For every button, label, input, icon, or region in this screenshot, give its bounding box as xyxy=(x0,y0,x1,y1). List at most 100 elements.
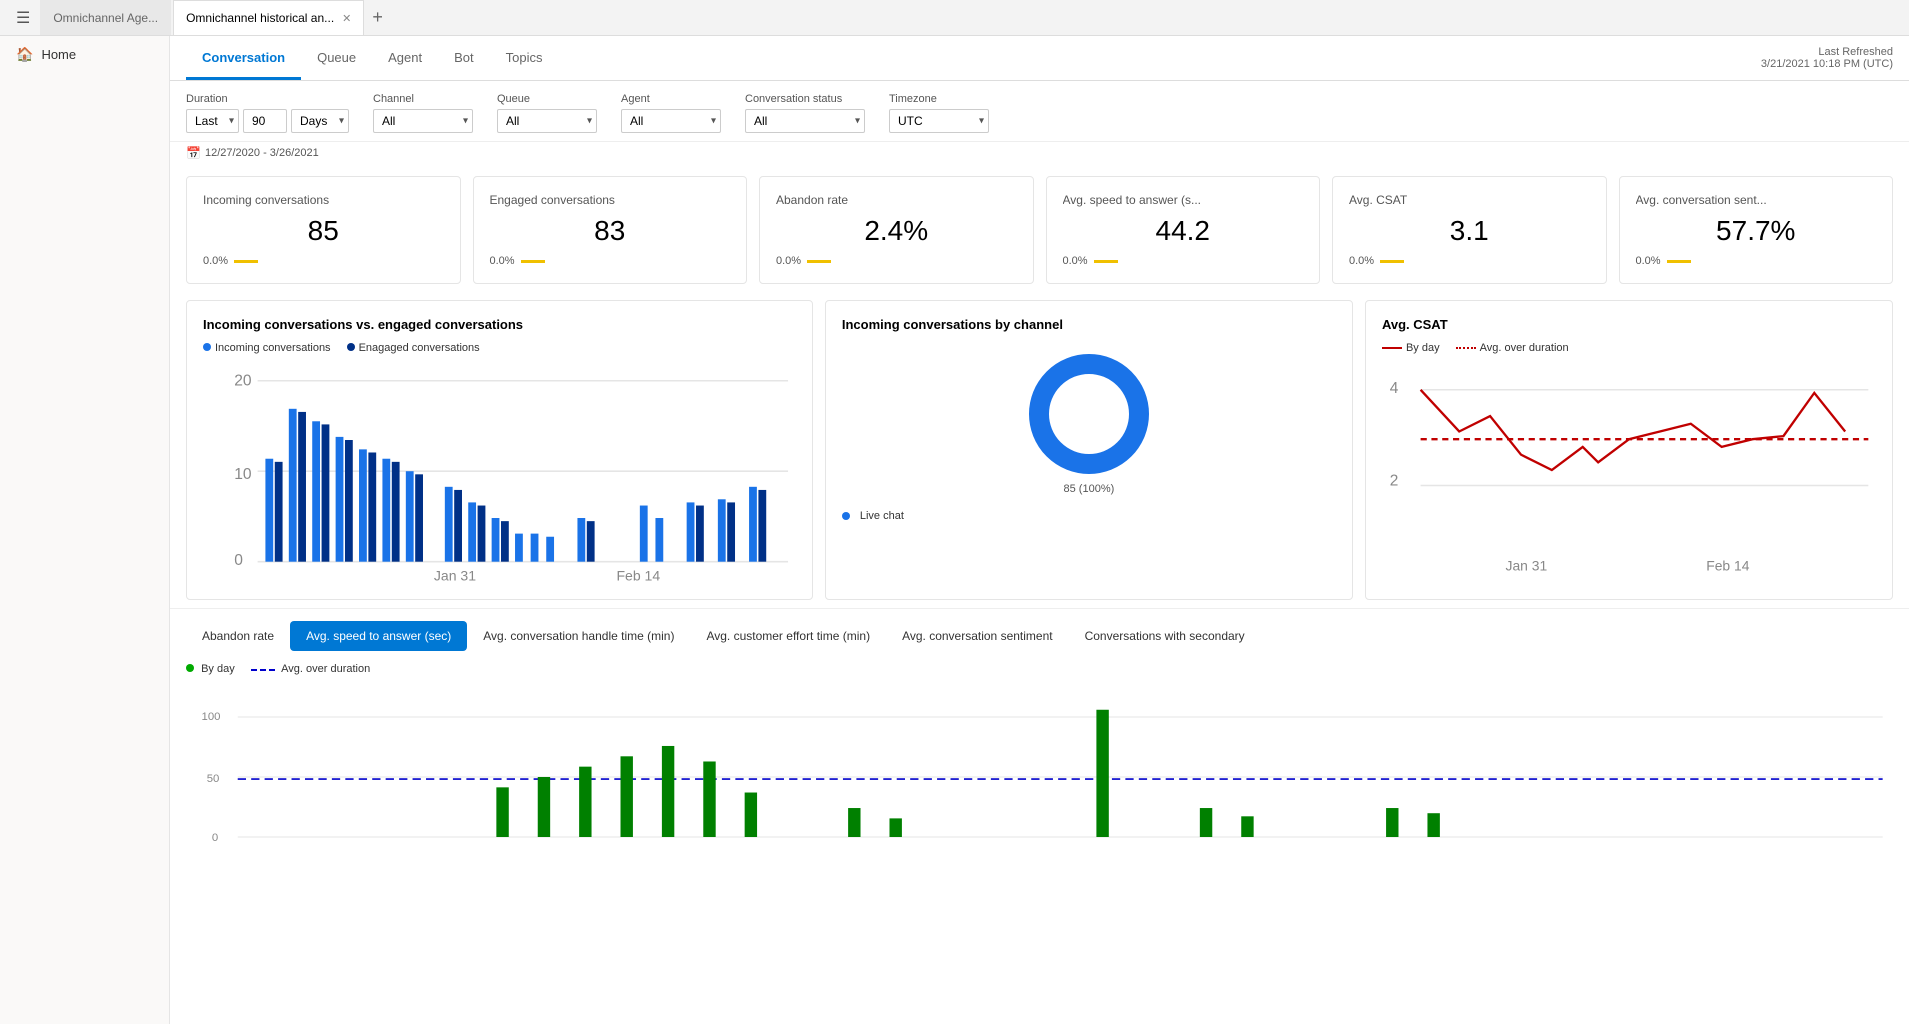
legend-dashed-avg xyxy=(251,669,275,671)
donut-chart-card: Incoming conversations by channel 85 (10… xyxy=(825,300,1353,600)
kpi-change: 0.0% xyxy=(776,255,801,267)
bar xyxy=(275,462,283,562)
tab-omnichannel-historical[interactable]: Omnichannel historical an... ✕ xyxy=(173,0,364,35)
bar xyxy=(359,449,367,561)
bar xyxy=(468,502,476,561)
bar xyxy=(454,490,462,562)
legend-incoming: Incoming conversations xyxy=(203,342,331,354)
bar xyxy=(336,437,344,562)
bar xyxy=(392,462,400,562)
last-refreshed: Last Refreshed 3/21/2021 10:18 PM (UTC) xyxy=(1761,46,1893,70)
tab-agent[interactable]: Agent xyxy=(372,36,438,80)
bar xyxy=(492,518,500,562)
kpi-title: Avg. speed to answer (s... xyxy=(1063,193,1304,207)
charts-row: Incoming conversations vs. engaged conve… xyxy=(170,292,1909,608)
channel-select[interactable]: All xyxy=(373,109,473,133)
legend-line-avg xyxy=(1456,347,1476,349)
line-chart-title: Avg. CSAT xyxy=(1382,317,1876,332)
kpi-value: 83 xyxy=(490,215,731,247)
bar xyxy=(345,440,353,562)
kpi-trend-bar xyxy=(1380,260,1404,263)
svg-text:Jan 31: Jan 31 xyxy=(1505,557,1547,573)
bar xyxy=(368,452,376,561)
filter-queue: Queue All xyxy=(497,93,597,133)
bar-chart-legend: Incoming conversations Enagaged conversa… xyxy=(203,342,796,354)
duration-preset-select[interactable]: Last xyxy=(186,109,239,133)
kpi-value: 44.2 xyxy=(1063,215,1304,247)
kpi-trend-bar xyxy=(521,260,545,263)
donut-chart-title: Incoming conversations by channel xyxy=(842,317,1336,332)
bottom-tab-secondary[interactable]: Conversations with secondary xyxy=(1069,621,1261,651)
bottom-tab-effort[interactable]: Avg. customer effort time (min) xyxy=(690,621,886,651)
kpi-incoming-conversations: Incoming conversations 85 0.0% xyxy=(186,176,461,284)
tab-topics[interactable]: Topics xyxy=(490,36,559,80)
bar xyxy=(687,502,695,561)
nav-tabs: Conversation Queue Agent Bot Topics Last… xyxy=(170,36,1909,81)
calendar-icon: 📅 xyxy=(186,146,201,160)
date-range-text: 12/27/2020 - 3/26/2021 xyxy=(205,147,319,159)
legend-line-byday xyxy=(1382,347,1402,349)
conversation-status-select[interactable]: All xyxy=(745,109,865,133)
filter-duration: Duration Last Days xyxy=(186,93,349,133)
bottom-tab-sentiment[interactable]: Avg. conversation sentiment xyxy=(886,621,1069,651)
kpi-footer: 0.0% xyxy=(1063,255,1304,267)
donut-svg xyxy=(1024,349,1154,479)
kpi-footer: 0.0% xyxy=(1636,255,1877,267)
bar xyxy=(749,487,757,562)
sidebar-item-home[interactable]: 🏠 Home xyxy=(0,36,169,73)
bar xyxy=(531,534,539,562)
main-layout: 🏠 Home Conversation Queue Agent Bot Topi… xyxy=(0,36,1909,1024)
agent-select[interactable]: All xyxy=(621,109,721,133)
menu-button[interactable]: ☰ xyxy=(8,4,38,32)
bar xyxy=(289,409,297,562)
tab-bar: ☰ Omnichannel Age... Omnichannel histori… xyxy=(0,0,1909,36)
tab-omnichannel-agent[interactable]: Omnichannel Age... xyxy=(40,0,171,35)
svg-text:2: 2 xyxy=(1390,473,1399,490)
line-chart-legend: By day Avg. over duration xyxy=(1382,342,1876,354)
kpi-avg-sentiment: Avg. conversation sent... 57.7% 0.0% xyxy=(1619,176,1894,284)
timezone-label: Timezone xyxy=(889,93,989,105)
svg-text:10: 10 xyxy=(234,466,252,483)
sidebar: 🏠 Home xyxy=(0,36,170,1024)
bottom-tab-abandon[interactable]: Abandon rate xyxy=(186,621,290,651)
tab-conversation[interactable]: Conversation xyxy=(186,36,301,80)
bottom-tab-handle[interactable]: Avg. conversation handle time (min) xyxy=(467,621,690,651)
bar xyxy=(587,521,595,562)
legend-by-day: By day xyxy=(186,663,235,675)
kpi-footer: 0.0% xyxy=(490,255,731,267)
tab-label: Omnichannel Age... xyxy=(53,11,158,25)
kpi-title: Avg. conversation sent... xyxy=(1636,193,1877,207)
line-chart-svg: 4 2 Jan 31 Feb 14 xyxy=(1382,362,1876,578)
kpi-trend-bar xyxy=(1667,260,1691,263)
queue-select[interactable]: All xyxy=(497,109,597,133)
sidebar-item-label: Home xyxy=(41,47,76,62)
kpi-title: Incoming conversations xyxy=(203,193,444,207)
add-tab-button[interactable]: + xyxy=(366,5,389,30)
kpi-value: 3.1 xyxy=(1349,215,1590,247)
bottom-tab-speed[interactable]: Avg. speed to answer (sec) xyxy=(290,621,467,651)
bar xyxy=(640,506,648,562)
svg-text:Feb 14: Feb 14 xyxy=(616,567,660,583)
line-chart-card: Avg. CSAT By day Avg. over duration 4 2 xyxy=(1365,300,1893,600)
donut-legend-label: Live chat xyxy=(860,510,904,522)
kpi-change: 0.0% xyxy=(203,255,228,267)
kpi-footer: 0.0% xyxy=(1349,255,1590,267)
tab-bot[interactable]: Bot xyxy=(438,36,490,80)
tab-queue[interactable]: Queue xyxy=(301,36,372,80)
duration-value-input[interactable] xyxy=(243,109,287,133)
donut-label: 85 (100%) xyxy=(1064,483,1115,495)
duration-unit-select[interactable]: Days xyxy=(291,109,349,133)
bar xyxy=(406,471,414,561)
kpi-change: 0.0% xyxy=(1349,255,1374,267)
donut-container: 85 (100%) xyxy=(842,342,1336,502)
kpi-title: Abandon rate xyxy=(776,193,1017,207)
svg-text:0: 0 xyxy=(234,552,243,569)
filter-conversation-status: Conversation status All xyxy=(745,93,865,133)
kpi-value: 85 xyxy=(203,215,444,247)
svg-text:Feb 14: Feb 14 xyxy=(1706,557,1749,573)
last-refreshed-value: 3/21/2021 10:18 PM (UTC) xyxy=(1761,58,1893,70)
timezone-select[interactable]: UTC xyxy=(889,109,989,133)
close-tab-icon[interactable]: ✕ xyxy=(342,12,351,25)
queue-label: Queue xyxy=(497,93,597,105)
legend-circle-byday xyxy=(186,664,194,672)
